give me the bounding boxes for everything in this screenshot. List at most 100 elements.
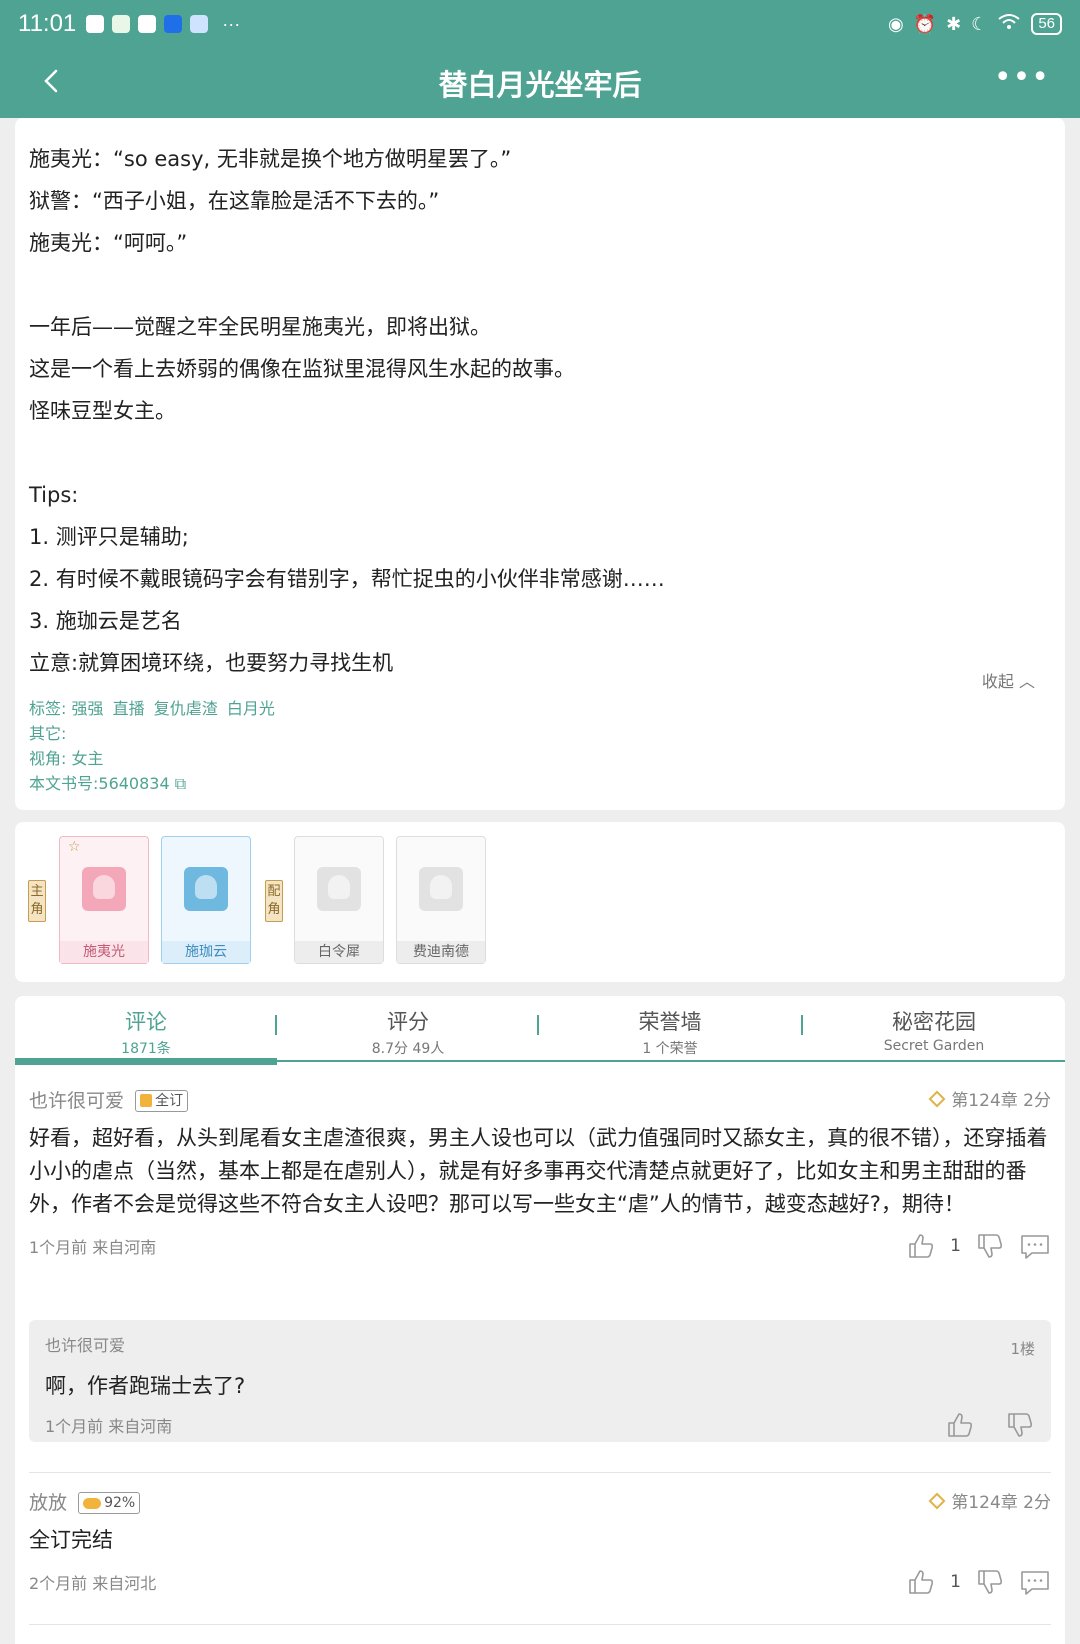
reply-time: 1个月前: [45, 1417, 104, 1436]
comment-item: 放放 92% 第124章 2分 全订完结 2个月前 来自河北 1: [29, 1488, 1051, 1601]
thumbs-down-icon: [1008, 1413, 1033, 1437]
book-number-row: 本文书号:5640834 ⧉: [29, 771, 279, 796]
system-icons: ◉ ⏰ ✱ ☾ 56: [888, 13, 1062, 36]
book-number: 本文书号:5640834: [29, 774, 170, 793]
thumbs-up-icon: [909, 1570, 934, 1594]
comment-header: 也许很可爱 全订 第124章 2分: [29, 1086, 1051, 1116]
battery-indicator: 56: [1031, 13, 1062, 35]
tab-secret-garden[interactable]: 秘密花园 Secret Garden: [803, 1006, 1065, 1054]
synopsis-card: 施夷光：“so easy, 无非就是换个地方做明星罢了。” 狱警：“西子小姐，在…: [15, 118, 1065, 810]
tag-link[interactable]: 直播: [113, 699, 145, 718]
synopsis-line: [29, 264, 1051, 306]
comment-body: 全订完结: [29, 1528, 113, 1552]
comment-username[interactable]: 也许很可爱: [29, 1090, 124, 1112]
like-button[interactable]: [906, 1231, 936, 1261]
comment-divider: [29, 1624, 1051, 1625]
page-title: 替白月光坐牢后: [438, 68, 642, 102]
reply-button[interactable]: [1019, 1231, 1051, 1261]
avatar: [82, 867, 126, 911]
app-icon: [190, 15, 209, 33]
comment-username[interactable]: 放放: [29, 1492, 67, 1514]
tab-label: 荣誉墙: [638, 1010, 702, 1034]
synopsis-line: 立意:就算困境环绕，也要努力寻找生机: [29, 651, 394, 675]
comment-location: 来自河北: [92, 1574, 157, 1593]
tab-rating[interactable]: 评分 8.7分 49人: [277, 1006, 539, 1058]
thumbs-down-icon: [978, 1570, 1003, 1594]
notification-icons: ···: [86, 14, 240, 35]
tab-label: 秘密花园: [892, 1010, 976, 1034]
collapse-button[interactable]: 收起 ︿: [982, 668, 1035, 692]
copy-icon[interactable]: ⧉: [175, 774, 186, 793]
tab-bar: 评论 1871条 评分 8.7分 49人 荣誉墙 1 个荣誉 秘密花园 Secr…: [15, 996, 1065, 1066]
like-count: 1: [950, 1572, 961, 1592]
comment-footer: 2个月前 来自河北 1: [29, 1567, 1051, 1601]
moon-icon: ☾: [971, 13, 988, 34]
reply-location: 来自河南: [108, 1417, 173, 1436]
alarm-icon: ⏰: [913, 13, 937, 34]
diamond-icon: [928, 1492, 946, 1510]
tab-sublabel: Secret Garden: [883, 1038, 985, 1054]
avatar: [184, 867, 228, 911]
dislike-button[interactable]: [975, 1567, 1005, 1597]
perspective-label: 视角:: [29, 749, 67, 768]
chevron-up-icon: ︿: [1018, 672, 1035, 691]
comments-card: 评论 1871条 评分 8.7分 49人 荣誉墙 1 个荣誉 秘密花园 Secr…: [15, 996, 1065, 1644]
wechat-icon: [112, 15, 131, 33]
dislike-button[interactable]: [975, 1231, 1005, 1261]
tag-link[interactable]: 复仇虐渣: [154, 699, 218, 718]
tab-honor-wall[interactable]: 荣誉墙 1 个荣誉: [539, 1006, 801, 1058]
comment-header: 放放 92% 第124章 2分: [29, 1488, 1051, 1518]
badge-label: 92%: [104, 1495, 136, 1511]
character-card[interactable]: 费迪南德: [396, 836, 486, 964]
comment-actions: 1: [906, 1231, 1051, 1261]
perspective-row: 视角: 女主: [29, 746, 279, 771]
chapter-label: 第124章: [951, 1091, 1018, 1111]
support-role-tag: 配角: [265, 880, 283, 922]
synopsis-line: [29, 432, 1051, 474]
character-card[interactable]: 白令犀: [294, 836, 384, 964]
eye-icon: ◉: [887, 13, 904, 34]
characters-card: 主角 ☆ 施夷光 施珈云 配角 白令犀 费迪南德: [15, 822, 1065, 982]
tags-row: 标签: 强强 直播 复仇虐渣 白月光: [29, 696, 279, 721]
tab-comments[interactable]: 评论 1871条: [15, 1006, 277, 1058]
tag-link[interactable]: 强强: [72, 699, 104, 718]
main-role-tag: 主角: [28, 880, 46, 922]
wifi-icon: [997, 13, 1021, 36]
tab-sublabel: 8.7分 49人: [371, 1041, 445, 1057]
book-meta: 标签: 强强 直播 复仇虐渣 白月光 其它: 视角: 女主 本文书号:56408…: [29, 696, 279, 796]
app-icon: [138, 15, 157, 33]
more-menu-button[interactable]: •••: [994, 63, 1050, 93]
like-button[interactable]: [906, 1567, 936, 1597]
synopsis-line: 狱警：“西子小姐，在这靠脸是活不下去的。”: [29, 189, 440, 213]
chapter-label: 第124章: [951, 1493, 1018, 1513]
dislike-button[interactable]: [1005, 1410, 1035, 1440]
character-card[interactable]: 施珈云: [161, 836, 251, 964]
tags-label: 标签:: [29, 699, 67, 718]
thumbs-down-icon: [978, 1234, 1003, 1258]
reply-item: 也许很可爱 1楼 啊，作者跑瑞士去了? 1个月前 来自河南: [29, 1320, 1051, 1442]
reply-footer: 1个月前 来自河南: [45, 1410, 1035, 1444]
badge-label: 全订: [155, 1093, 184, 1109]
synopsis-line: 2. 有时候不戴眼镜码字会有错别字，帮忙捉虫的小伙伴非常感谢……: [29, 567, 665, 591]
tab-label: 评分: [387, 1010, 429, 1034]
comment-bubble-icon: [1021, 1571, 1049, 1595]
character-name: 白令犀: [295, 941, 383, 963]
comment-time: 2个月前: [29, 1574, 88, 1593]
comment-divider: [29, 1472, 1051, 1473]
character-card[interactable]: ☆ 施夷光: [59, 836, 149, 964]
like-button[interactable]: [945, 1410, 975, 1440]
comment-body: 好看，超好看，从头到尾看女主虐渣很爽，男主人设也可以（武力值强同时又舔女主，真的…: [29, 1126, 1048, 1216]
comment-score: 2分: [1023, 1091, 1051, 1111]
comment-chapter: 第124章 2分: [928, 1086, 1051, 1111]
perspective-value: 女主: [71, 749, 104, 768]
status-time: 11:01: [18, 10, 77, 37]
reply-button[interactable]: [1019, 1567, 1051, 1597]
bluetooth-icon: ✱: [946, 13, 962, 34]
reply-username[interactable]: 也许很可爱: [45, 1332, 1035, 1356]
tag-link[interactable]: 白月光: [227, 699, 275, 718]
comment-chapter: 第124章 2分: [928, 1488, 1051, 1513]
thumbs-up-icon: [909, 1234, 934, 1258]
comment-location: 来自河南: [92, 1238, 157, 1257]
reply-actions: [945, 1410, 1035, 1440]
like-count: 1: [950, 1236, 961, 1256]
